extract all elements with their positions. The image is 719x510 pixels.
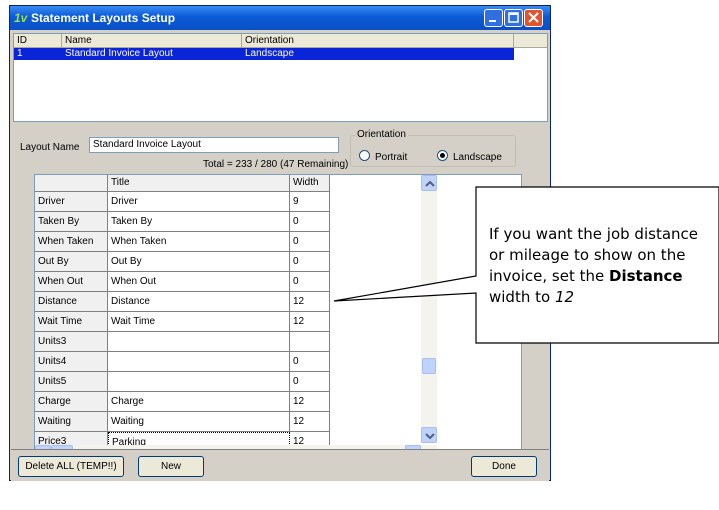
- callout-text: If you want the job distance or mileage …: [489, 224, 715, 308]
- callout-bold-field: Distance: [609, 267, 683, 285]
- callout-text-part-2: width to: [489, 288, 555, 306]
- callout-italic-value: 12: [554, 288, 575, 306]
